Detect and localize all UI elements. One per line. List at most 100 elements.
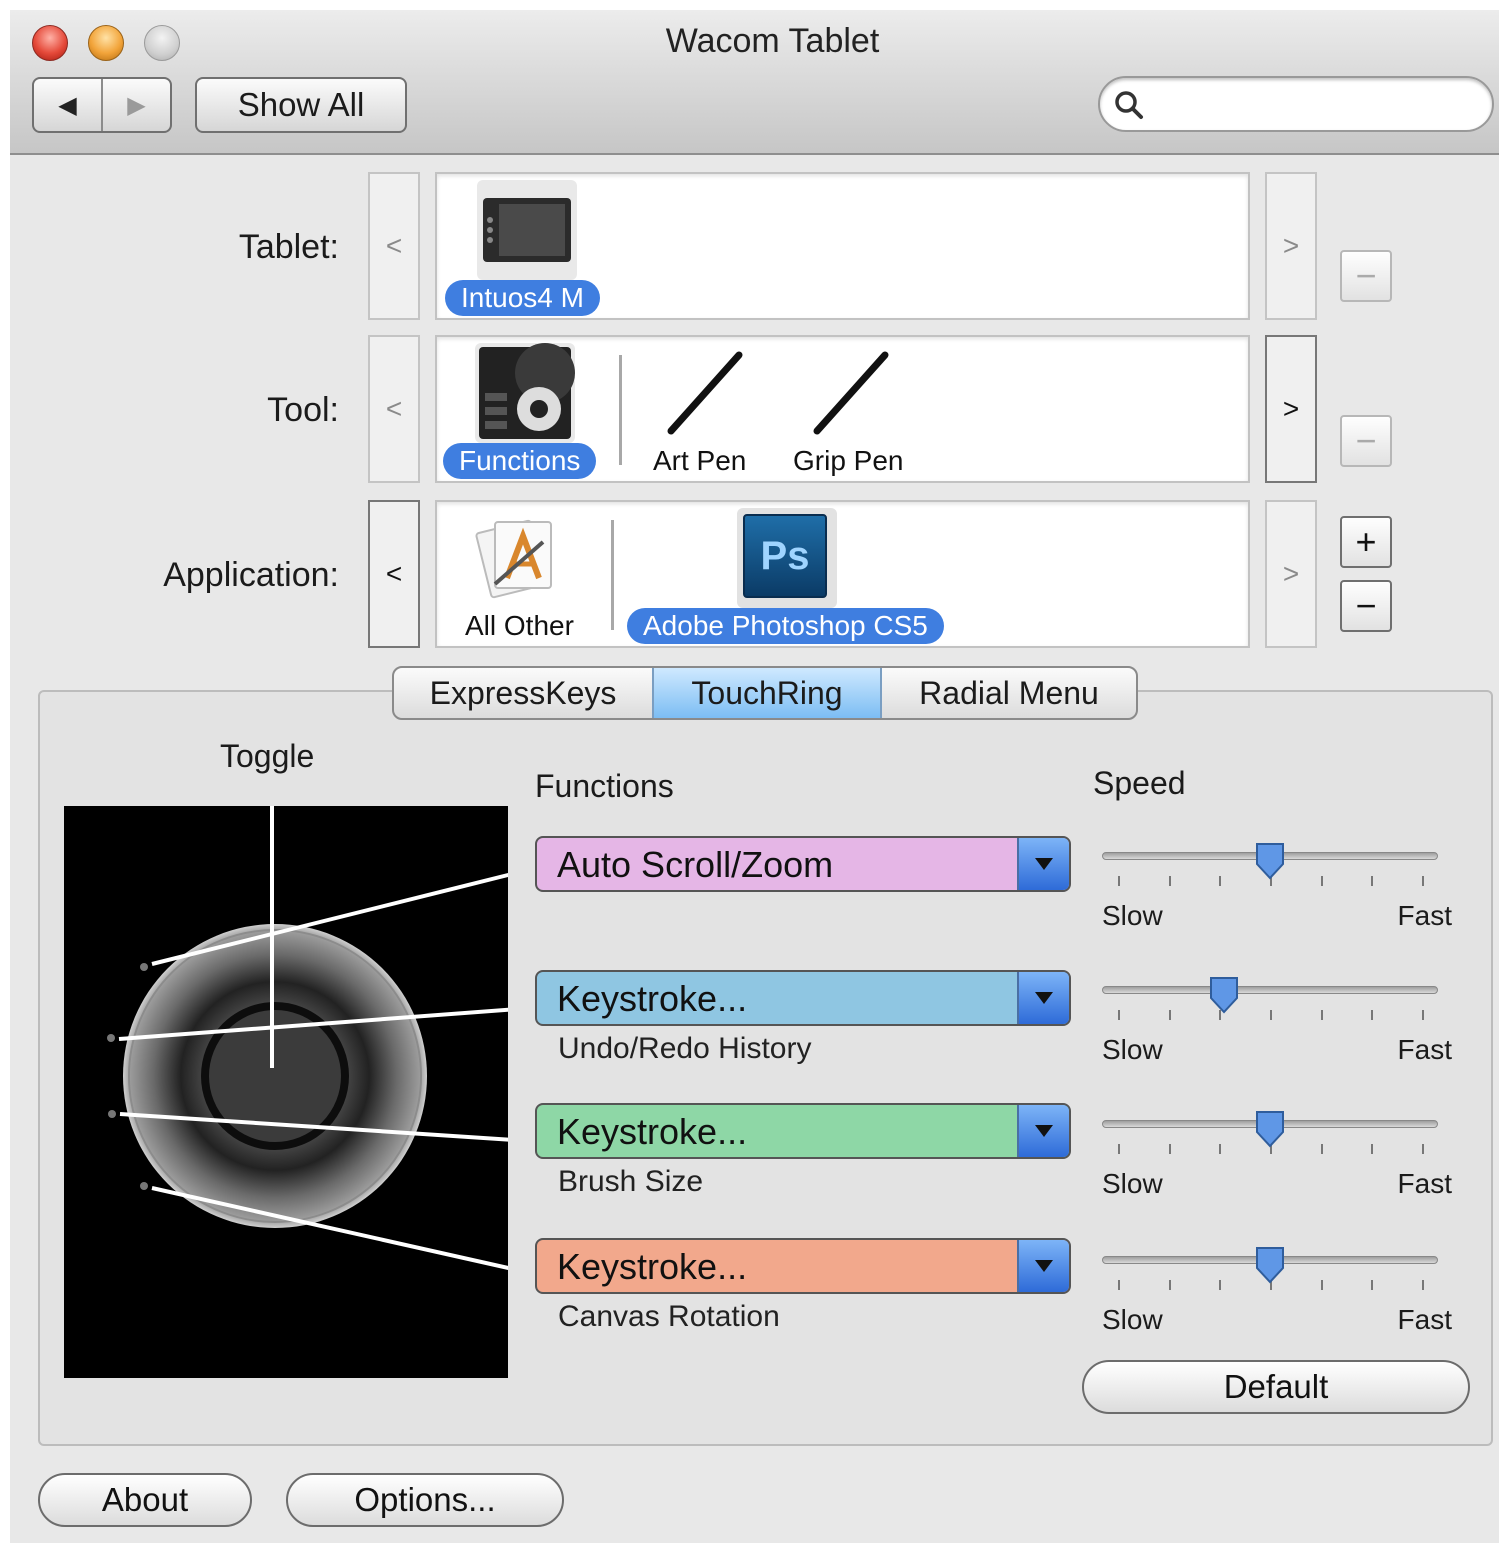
dropdown-arrow-icon [1017, 972, 1069, 1024]
slider-tick [1118, 1010, 1120, 1020]
tablet-row-label: Tablet: [238, 228, 339, 266]
function-select-3[interactable]: Keystroke... [535, 1103, 1071, 1159]
tool-item-label: Art Pen [653, 445, 747, 476]
slow-label: Slow [1102, 1168, 1163, 1199]
slider-tick [1118, 876, 1120, 886]
tool-item-art-pen[interactable]: Art Pen [637, 337, 767, 481]
application-next-button[interactable]: > [1265, 500, 1317, 648]
slider-tick [1422, 1010, 1424, 1020]
slider-thumb[interactable] [1254, 1110, 1286, 1148]
tab-radial-menu[interactable]: Radial Menu [882, 668, 1136, 718]
slider-tick [1118, 1280, 1120, 1290]
function-select-1[interactable]: Auto Scroll/Zoom [535, 836, 1071, 892]
toggle-label: Toggle [220, 738, 315, 774]
slider-tick [1320, 1144, 1323, 1154]
application-strip: All Other Ps Adobe Photoshop CS5 [435, 500, 1250, 648]
back-forward-control: ◀ ▶ [32, 77, 172, 133]
speed-slider-3[interactable]: Slow Fast [1102, 1108, 1452, 1208]
speed-slider-1[interactable]: Slow Fast [1102, 840, 1452, 940]
slider-tick [1219, 876, 1222, 886]
led-2 [107, 1034, 115, 1042]
slider-tick [1168, 876, 1171, 886]
fast-label: Fast [1397, 900, 1452, 931]
slider-tick [1422, 876, 1424, 886]
magnifier-icon [1115, 91, 1143, 119]
slow-label: Slow [1102, 900, 1163, 931]
function-value: Keystroke... [557, 1246, 748, 1287]
pen-icon [813, 351, 889, 435]
slider-ticks [1102, 1010, 1438, 1022]
window-title: Wacom Tablet [665, 22, 880, 60]
function-select-2[interactable]: Keystroke... [535, 970, 1071, 1026]
add-application-button[interactable]: + [1340, 516, 1392, 568]
touchring-diagram [64, 786, 545, 1378]
slow-label: Slow [1102, 1034, 1163, 1065]
slider-thumb[interactable] [1254, 1246, 1286, 1284]
speed-heading: Speed [1093, 765, 1186, 801]
slider-tick [1168, 1280, 1171, 1290]
slider-tick [1422, 1280, 1424, 1290]
slider-thumb[interactable] [1208, 976, 1240, 1014]
dropdown-arrow-icon [1017, 1105, 1069, 1157]
pen-icon [667, 351, 743, 435]
slider-tick [1320, 876, 1323, 886]
tool-next-button[interactable]: > [1265, 335, 1317, 483]
function-sublabel: Canvas Rotation [558, 1300, 780, 1333]
about-button[interactable]: About [38, 1473, 252, 1527]
slider-tick [1320, 1280, 1323, 1290]
led-3 [108, 1110, 116, 1118]
tool-row-label: Tool: [267, 391, 339, 429]
tablet-next-button[interactable]: > [1265, 172, 1317, 320]
application-prev-button[interactable]: < [368, 500, 420, 648]
function-sublabel: Brush Size [558, 1165, 704, 1198]
application-item-photoshop[interactable]: Ps Adobe Photoshop CS5 [625, 502, 965, 646]
default-button[interactable]: Default [1082, 1360, 1470, 1414]
function-value: Auto Scroll/Zoom [557, 844, 834, 885]
back-button[interactable]: ◀ [34, 79, 103, 131]
tab-touchring[interactable]: TouchRing [652, 668, 882, 718]
slider-tick [1118, 1144, 1120, 1154]
speed-slider-4[interactable]: Slow Fast [1102, 1244, 1452, 1344]
function-value: Keystroke... [557, 978, 748, 1019]
function-select-4[interactable]: Keystroke... [535, 1238, 1071, 1294]
function-sublabel: Undo/Redo History [558, 1032, 812, 1065]
remove-application-button[interactable]: − [1340, 580, 1392, 632]
forward-button[interactable]: ▶ [103, 79, 170, 131]
tool-item-grip-pen[interactable]: Grip Pen [777, 337, 927, 481]
speed-slider-2[interactable]: Slow Fast [1102, 974, 1452, 1074]
fast-label: Fast [1397, 1304, 1452, 1335]
fast-label: Fast [1397, 1168, 1452, 1199]
divider [611, 520, 614, 630]
functions-icon [475, 343, 575, 443]
application-item-all-other[interactable]: All Other [437, 502, 607, 646]
slider-tick [1219, 1280, 1222, 1290]
toolbar: Wacom Tablet ◀ ▶ Show All [10, 10, 1499, 155]
search-input[interactable] [1158, 88, 1478, 122]
dropdown-arrow-icon [1017, 838, 1069, 890]
slider-tick [1371, 1280, 1374, 1290]
tab-expresskeys[interactable]: ExpressKeys [394, 668, 652, 718]
application-item-label: All Other [465, 610, 574, 641]
slider-tick [1219, 1144, 1222, 1154]
application-item-label: Adobe Photoshop CS5 [627, 608, 944, 644]
options-button[interactable]: Options... [286, 1473, 564, 1527]
tablet-item-intuos4[interactable]: Intuos4 M [437, 174, 637, 318]
tool-strip: Functions Art Pen Grip Pen [435, 335, 1250, 483]
dropdown-arrow-icon [1017, 1240, 1069, 1292]
tool-prev-button[interactable]: < [368, 335, 420, 483]
tablet-icon [477, 180, 577, 280]
search-field[interactable] [1098, 76, 1494, 132]
slider-tick [1168, 1010, 1171, 1020]
tablet-item-label: Intuos4 M [445, 280, 600, 316]
tablet-prev-button[interactable]: < [368, 172, 420, 320]
wacom-tablet-window: Wacom Tablet ◀ ▶ Show All Tablet: < Intu… [10, 10, 1499, 1543]
remove-tool-button[interactable]: − [1340, 415, 1392, 467]
slider-thumb[interactable] [1254, 842, 1286, 880]
show-all-button[interactable]: Show All [195, 77, 407, 133]
slider-tick [1371, 1144, 1374, 1154]
applications-icon [475, 519, 552, 599]
remove-tablet-button[interactable]: − [1340, 250, 1392, 302]
led-4 [140, 1182, 148, 1190]
tool-item-functions[interactable]: Functions [437, 337, 617, 481]
tool-item-label: Grip Pen [793, 445, 904, 476]
